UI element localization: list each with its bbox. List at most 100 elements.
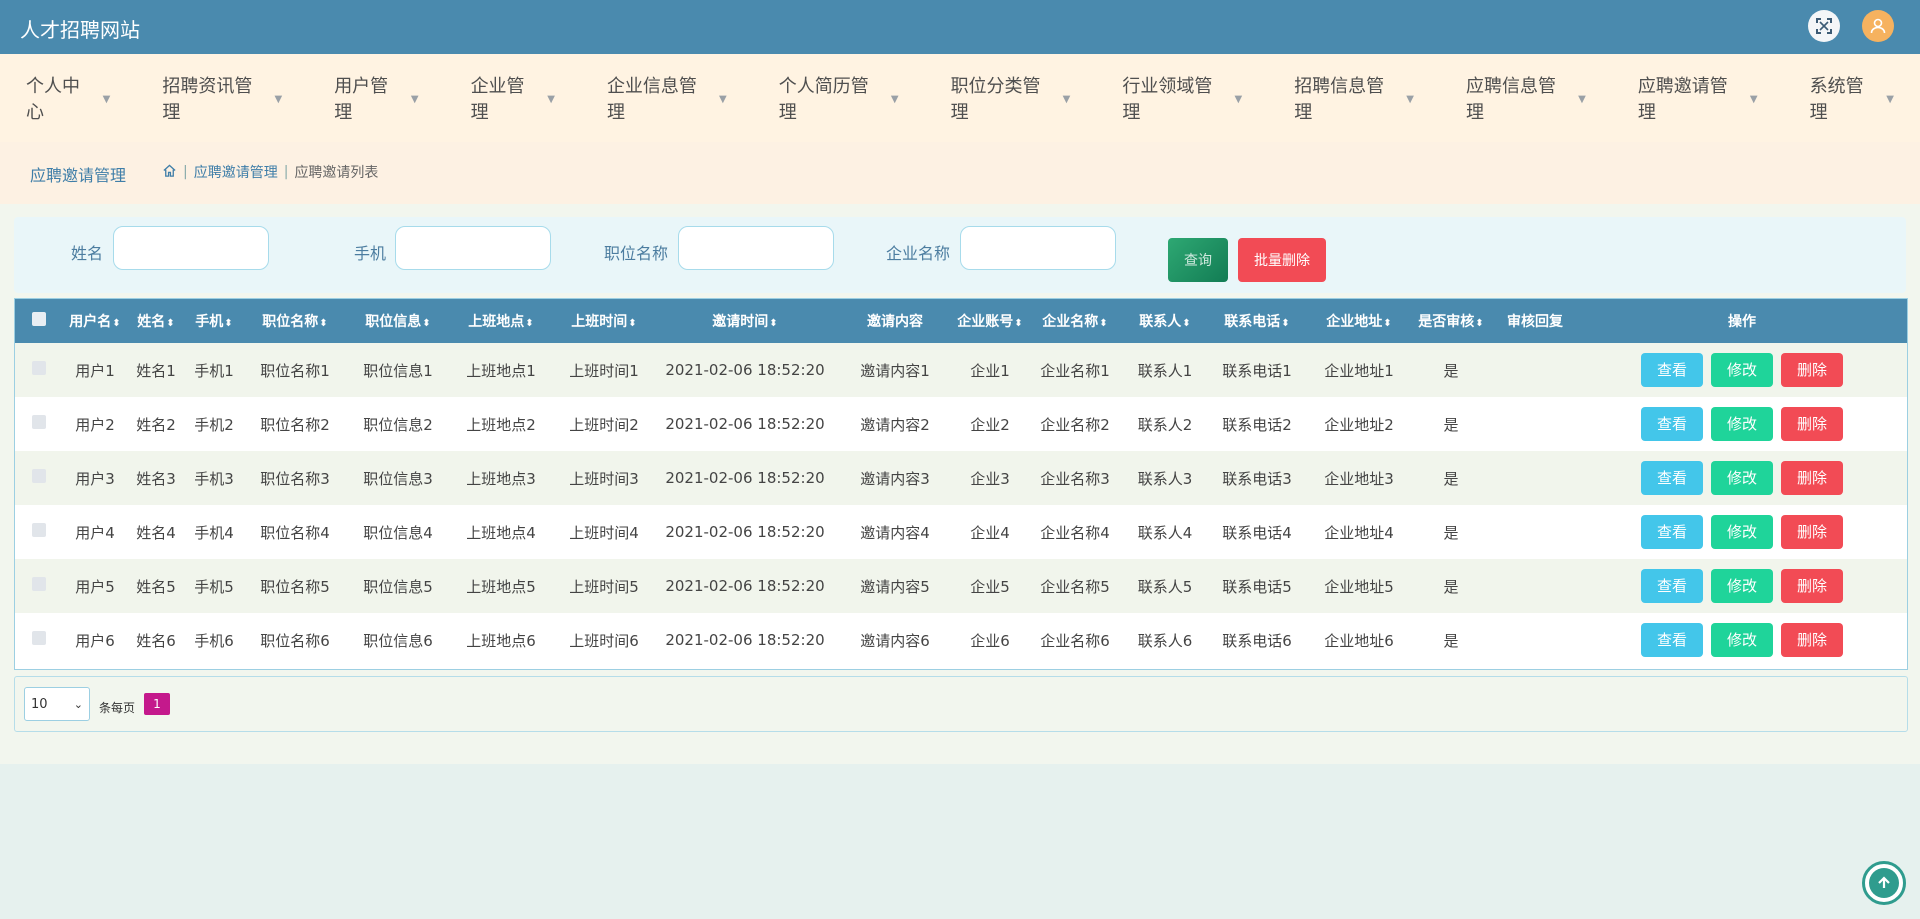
- menu-item-personal-center[interactable]: 个人中心 ▼: [0, 72, 136, 124]
- menu-item-system[interactable]: 系统管理 ▼: [1784, 72, 1920, 124]
- delete-button[interactable]: 删除: [1781, 407, 1843, 441]
- table-row: 用户1 姓名1 手机1 职位名称1 职位信息1 上班地点1 上班时间1 2021-02-06 …: [15, 343, 1907, 397]
- view-button[interactable]: 查看: [1641, 461, 1703, 495]
- col-header-position-name[interactable]: 职位名称⬍: [243, 299, 347, 343]
- cell-position-name: 职位名称5: [260, 577, 330, 596]
- menu-item-position-categories[interactable]: 职位分类管理 ▼: [925, 72, 1097, 124]
- menu-item-resumes[interactable]: 个人简历管理 ▼: [753, 72, 925, 124]
- caret-down-icon: ▼: [719, 93, 727, 105]
- menu-item-invitations[interactable]: 应聘邀请管理 ▼: [1612, 72, 1784, 124]
- cell-company-name: 企业名称1: [1040, 361, 1110, 380]
- row-checkbox[interactable]: [15, 397, 63, 451]
- edit-button[interactable]: 修改: [1711, 353, 1773, 387]
- cell-position-name: 职位名称2: [260, 415, 330, 434]
- menu-item-users[interactable]: 用户管理 ▼: [308, 72, 444, 124]
- menu-item-company-info[interactable]: 企业信息管理 ▼: [581, 72, 753, 124]
- col-header-company-name[interactable]: 企业名称⬍: [1025, 299, 1125, 343]
- view-button[interactable]: 查看: [1641, 623, 1703, 657]
- view-button[interactable]: 查看: [1641, 515, 1703, 549]
- cell-company-address: 企业地址4: [1324, 523, 1394, 542]
- search-button[interactable]: 查询: [1168, 238, 1228, 282]
- edit-button[interactable]: 修改: [1711, 515, 1773, 549]
- menu-label: 招聘信息管理: [1294, 76, 1385, 123]
- company-input[interactable]: [960, 226, 1116, 270]
- menu-item-companies[interactable]: 企业管理 ▼: [445, 72, 581, 124]
- fullscreen-icon[interactable]: [1808, 10, 1840, 42]
- menu-label: 个人简历管理: [778, 76, 869, 123]
- delete-button[interactable]: 删除: [1781, 623, 1843, 657]
- cell-work-time: 上班时间4: [569, 523, 639, 542]
- view-button[interactable]: 查看: [1641, 353, 1703, 387]
- menu-label: 职位分类管理: [950, 76, 1041, 123]
- col-header-invite-time[interactable]: 邀请时间⬍: [655, 299, 835, 343]
- page-size-select[interactable]: 10 ⌄: [24, 687, 90, 721]
- col-header-position-info[interactable]: 职位信息⬍: [347, 299, 449, 343]
- user-avatar-icon[interactable]: [1862, 10, 1894, 42]
- delete-button[interactable]: 删除: [1781, 461, 1843, 495]
- view-button[interactable]: 查看: [1641, 569, 1703, 603]
- select-all-checkbox[interactable]: [15, 299, 63, 343]
- home-icon[interactable]: [162, 163, 177, 182]
- delete-button[interactable]: 删除: [1781, 353, 1843, 387]
- col-header-name[interactable]: 姓名⬍: [127, 299, 185, 343]
- sort-icon: ⬍: [112, 318, 121, 329]
- bulk-delete-button[interactable]: 批量删除: [1238, 238, 1326, 282]
- cell-invite-time: 2021-02-06 18:52:20: [665, 577, 825, 595]
- sort-icon: ⬍: [1383, 318, 1392, 329]
- cell-work-location: 上班地点1: [466, 361, 536, 380]
- table-row: 用户3 姓名3 手机3 职位名称3 职位信息3 上班地点3 上班时间3 2021-02-06 …: [15, 451, 1907, 505]
- back-to-top-button[interactable]: [1862, 861, 1906, 905]
- cell-company-address: 企业地址1: [1324, 361, 1394, 380]
- sort-icon: ⬍: [525, 318, 534, 329]
- col-header-company-account[interactable]: 企业账号⬍: [955, 299, 1025, 343]
- col-header-phone[interactable]: 手机⬍: [185, 299, 243, 343]
- breadcrumb-link[interactable]: 应聘邀请管理: [194, 162, 278, 182]
- col-header-work-location[interactable]: 上班地点⬍: [449, 299, 553, 343]
- delete-button[interactable]: 删除: [1781, 515, 1843, 549]
- menu-label: 企业管理: [470, 76, 525, 123]
- cell-reviewed: 是: [1443, 469, 1459, 488]
- menu-item-job-postings[interactable]: 招聘信息管理 ▼: [1268, 72, 1440, 124]
- cell-work-time: 上班时间5: [569, 577, 639, 596]
- col-header-work-time[interactable]: 上班时间⬍: [553, 299, 655, 343]
- cell-invite-content: 邀请内容4: [860, 523, 930, 542]
- phone-input[interactable]: [395, 226, 551, 270]
- invitation-table: 用户名⬍ 姓名⬍ 手机⬍ 职位名称⬍ 职位信息⬍ 上班地点⬍ 上班时间⬍ 邀请时…: [14, 298, 1908, 670]
- col-header-username[interactable]: 用户名⬍: [63, 299, 127, 343]
- menu-label: 招聘资讯管理: [162, 76, 253, 123]
- cell-work-location: 上班地点4: [466, 523, 536, 542]
- edit-button[interactable]: 修改: [1711, 407, 1773, 441]
- position-input[interactable]: [678, 226, 834, 270]
- row-checkbox[interactable]: [15, 505, 63, 559]
- sort-icon: ⬍: [224, 318, 233, 329]
- menu-item-applications[interactable]: 应聘信息管理 ▼: [1440, 72, 1612, 124]
- cell-contact-phone: 联系电话2: [1222, 415, 1292, 434]
- menu-item-industries[interactable]: 行业领域管理 ▼: [1096, 72, 1268, 124]
- col-header-reviewed[interactable]: 是否审核⬍: [1409, 299, 1493, 343]
- cell-invite-content: 邀请内容5: [860, 577, 930, 596]
- row-actions: 查看 修改 删除: [1577, 451, 1907, 505]
- page-button-current[interactable]: 1: [144, 693, 170, 715]
- sort-icon: ⬍: [1014, 318, 1023, 329]
- col-header-contact[interactable]: 联系人⬍: [1125, 299, 1205, 343]
- cell-company-account: 企业4: [970, 523, 1010, 542]
- delete-button[interactable]: 删除: [1781, 569, 1843, 603]
- menu-item-news[interactable]: 招聘资讯管理 ▼: [136, 72, 308, 124]
- company-label: 企业名称: [886, 244, 951, 263]
- name-input[interactable]: [113, 226, 269, 270]
- edit-button[interactable]: 修改: [1711, 461, 1773, 495]
- col-header-contact-phone[interactable]: 联系电话⬍: [1205, 299, 1309, 343]
- row-checkbox[interactable]: [15, 613, 63, 667]
- view-button[interactable]: 查看: [1641, 407, 1703, 441]
- cell-invite-time: 2021-02-06 18:52:20: [665, 631, 825, 649]
- row-checkbox[interactable]: [15, 559, 63, 613]
- row-checkbox[interactable]: [15, 343, 63, 397]
- cell-position-info: 职位信息1: [363, 361, 433, 380]
- row-checkbox[interactable]: [15, 451, 63, 505]
- col-header-company-address[interactable]: 企业地址⬍: [1309, 299, 1409, 343]
- edit-button[interactable]: 修改: [1711, 569, 1773, 603]
- cell-name: 姓名6: [136, 631, 176, 650]
- edit-button[interactable]: 修改: [1711, 623, 1773, 657]
- breadcrumb-separator: |: [183, 164, 188, 180]
- caret-down-icon: ▼: [410, 93, 419, 105]
